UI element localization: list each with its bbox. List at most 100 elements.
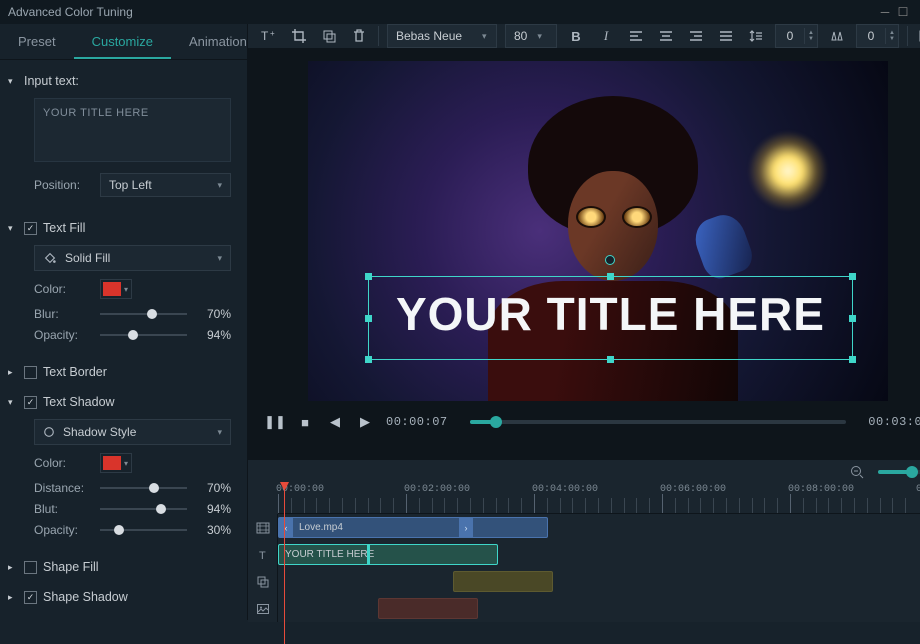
titlebar: Advanced Color Tuning ─ ☐ [0,0,920,24]
text-border-checkbox[interactable] [24,366,37,379]
text-fill-blur-slider[interactable] [100,307,187,321]
distance-label: Distance: [34,481,90,495]
fill-type-select[interactable]: Solid Fill ▾ [34,245,231,271]
chevron-down-icon[interactable]: ▼ [889,36,895,42]
leading-stepper[interactable]: 0 ▲▼ [856,24,899,48]
text-shadow-distance-slider[interactable] [100,481,187,495]
section-toggle-text-border[interactable]: ▸ Text Border [8,361,235,383]
shadow-style-value: Shadow Style [63,425,136,439]
text-fill-color-chip[interactable]: ▾ [100,279,132,299]
image-clip[interactable] [378,598,478,619]
position-select[interactable]: Top Left ▾ [100,173,231,197]
section-input-text: ▾ Input text: Position: Top Left ▾ [8,70,235,209]
section-title: Shape Shadow [43,590,128,604]
font-select[interactable]: Bebas Neue ▾ [387,24,497,48]
duration-time: 00:03:07 [868,415,920,429]
title-selection-box[interactable]: YOUR TITLE HERE [368,276,853,360]
font-size-select[interactable]: 80 ▾ [505,24,557,48]
italic-icon[interactable]: I [595,25,617,47]
crop-icon[interactable] [288,25,310,47]
video-track-icon[interactable] [248,514,278,541]
more-options-icon[interactable] [916,25,920,47]
text-clip[interactable]: YOUR TITLE HERE [278,544,498,565]
divider [907,26,908,46]
stop-icon[interactable]: ■ [296,413,314,431]
chevron-right-icon: ▸ [8,367,18,378]
text-shadow-color-chip[interactable]: ▾ [100,453,132,473]
chevron-right-icon: ▸ [8,562,18,573]
clip-trim-left[interactable]: ‹ [279,518,293,537]
opacity-value: 30% [197,523,231,537]
maximize-icon[interactable]: ☐ [894,5,912,19]
color-label: Color: [34,456,90,470]
playhead-thumb[interactable] [490,416,502,428]
ruler-label: 00:08:00:00 [788,484,854,495]
video-preview[interactable]: YOUR TITLE HERE [308,61,888,401]
shadow-style-select[interactable]: Shadow Style ▾ [34,419,231,445]
section-text-shadow: ▾ Text Shadow Shadow Style ▾ Color: [8,391,235,548]
opacity-label: Opacity: [34,328,90,342]
text-shadow-blur-slider[interactable] [100,502,187,516]
clip-trim-right[interactable]: › [459,518,473,537]
char-spacing-icon[interactable] [826,25,848,47]
align-justify-icon[interactable] [715,25,737,47]
resize-handle[interactable] [365,356,372,363]
section-toggle-text-shadow[interactable]: ▾ Text Shadow [8,391,235,413]
trash-icon[interactable] [348,25,370,47]
timeline-playhead-line[interactable] [284,484,285,644]
blur-value: 70% [197,307,231,321]
section-toggle-shape-fill[interactable]: ▸ Shape Fill [8,556,235,578]
align-center-icon[interactable] [655,25,677,47]
minimize-icon[interactable]: ─ [876,5,894,19]
zoom-out-icon[interactable] [846,461,868,483]
opacity-value: 94% [197,328,231,342]
section-toggle-input-text[interactable]: ▾ Input text: [8,70,235,92]
line-spacing-icon[interactable] [745,25,767,47]
add-text-icon[interactable]: T+ [258,25,280,47]
chevron-down-icon: ▾ [8,397,18,408]
text-track-icon[interactable]: T [248,541,278,568]
tab-customize[interactable]: Customize [74,24,171,59]
resize-handle[interactable] [849,356,856,363]
shape-fill-checkbox[interactable] [24,561,37,574]
section-title: Input text: [24,74,79,88]
align-right-icon[interactable] [685,25,707,47]
video-clip[interactable]: ‹ Love.mp4 › [278,517,548,538]
title-text-input[interactable] [34,98,231,162]
chevron-down-icon[interactable]: ▼ [808,36,814,42]
overlay-clip[interactable] [453,571,553,592]
resize-handle[interactable] [365,273,372,280]
align-left-icon[interactable] [625,25,647,47]
blur-label: Blur: [34,307,90,321]
text-fill-checkbox[interactable] [24,222,37,235]
shape-shadow-checkbox[interactable] [24,591,37,604]
preview-area: YOUR TITLE HERE ❚❚ ■ ◀ ▶ 00:00:07 00:03:… [248,49,920,459]
next-frame-icon[interactable]: ▶ [356,413,374,431]
section-toggle-text-fill[interactable]: ▾ Text Fill [8,217,235,239]
text-shadow-checkbox[interactable] [24,396,37,409]
playback-slider[interactable] [470,420,847,424]
resize-handle[interactable] [607,273,614,280]
image-track-icon[interactable] [248,595,278,622]
overlay-track-icon[interactable] [248,568,278,595]
fill-type-value: Solid Fill [65,251,110,265]
prev-frame-icon[interactable]: ◀ [326,413,344,431]
section-title: Text Fill [43,221,85,235]
tab-preset[interactable]: Preset [0,24,74,59]
chevron-down-icon: ▾ [537,31,542,42]
title-overlay-text[interactable]: YOUR TITLE HERE [369,287,852,341]
resize-handle[interactable] [849,273,856,280]
chevron-down-icon: ▾ [121,285,131,294]
chevron-down-icon: ▾ [8,76,18,87]
section-toggle-shape-shadow[interactable]: ▸ Shape Shadow [8,586,235,608]
resize-handle[interactable] [607,356,614,363]
zoom-slider[interactable] [878,470,920,474]
tracking-stepper[interactable]: 0 ▲▼ [775,24,818,48]
clip-marker[interactable] [367,545,370,564]
pause-icon[interactable]: ❚❚ [266,413,284,431]
text-fill-opacity-slider[interactable] [100,328,187,342]
duplicate-icon[interactable] [318,25,340,47]
text-shadow-opacity-slider[interactable] [100,523,187,537]
bold-icon[interactable]: B [565,25,587,47]
timeline-ruler[interactable]: 00:00:0000:02:00:0000:04:00:0000:06:00:0… [278,484,920,514]
